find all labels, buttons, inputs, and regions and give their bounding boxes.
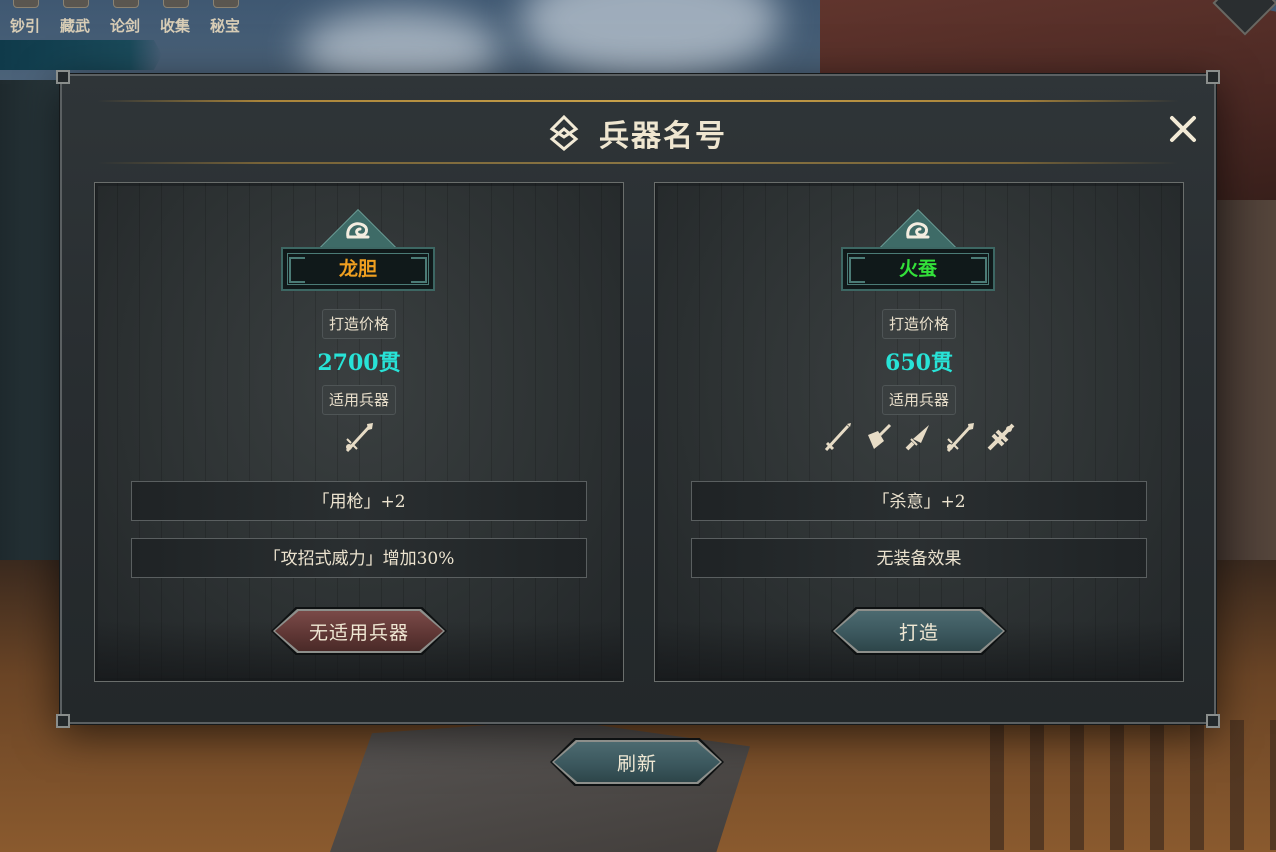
nav-icon <box>113 0 139 8</box>
weapons-label: 适用兵器 <box>881 385 957 415</box>
nav-label: 钞引 <box>9 17 40 35</box>
button-label: 打造 <box>898 621 939 644</box>
effect-row: 「攻招式威力」增加30% <box>131 538 587 578</box>
weapon-icon-row <box>95 421 623 457</box>
blade-icon <box>868 423 892 449</box>
weapons-label: 适用兵器 <box>321 385 397 415</box>
price-value: 2700贯 <box>317 350 401 376</box>
weapon-name: 火蚕 <box>898 258 937 280</box>
nav-label: 秘宝 <box>209 17 240 35</box>
frame-corner <box>56 714 70 728</box>
sword-icon <box>824 423 851 452</box>
weapon-card-huocan: 火蚕 打造价格 650贯 适用兵器 「杀意」+2 无装备效果 打造 <box>654 182 1184 682</box>
nav-icon <box>13 0 39 8</box>
nav-label: 论剑 <box>109 17 140 35</box>
top-nav: 钞引 藏武 论剑 收集 秘宝 <box>0 0 250 40</box>
price-label: 打造价格 <box>321 309 397 339</box>
refresh-button[interactable]: 刷新 <box>550 738 724 786</box>
weapon-name: 龙胆 <box>338 258 377 280</box>
dagger-icon <box>905 425 929 451</box>
button-label: 刷新 <box>616 752 657 775</box>
no-weapon-button[interactable]: 无适用兵器 <box>271 607 447 655</box>
close-button[interactable] <box>1166 112 1200 146</box>
nav-icon <box>213 0 239 8</box>
nav-item-mibao[interactable]: 秘宝 <box>200 0 250 40</box>
nav-item-chaoyin[interactable]: 钞引 <box>0 0 50 40</box>
price-value: 650贯 <box>885 350 953 376</box>
dialog-title: 兵器名号 <box>599 119 727 154</box>
title-divider <box>98 162 1178 164</box>
price-label: 打造价格 <box>881 309 957 339</box>
button-label: 无适用兵器 <box>308 621 409 644</box>
cloud-swirl-icon <box>906 222 930 239</box>
nav-item-lunjian[interactable]: 论剑 <box>100 0 150 40</box>
fence <box>990 720 1276 850</box>
diamond-emblem-icon <box>549 114 579 151</box>
nav-label: 藏武 <box>59 17 90 35</box>
effect-row: 「用枪」+2 <box>131 481 587 521</box>
weapon-icon-row <box>655 421 1183 457</box>
nav-icon <box>63 0 89 8</box>
spear-icon <box>345 423 373 453</box>
nav-label: 收集 <box>159 17 190 35</box>
name-plate: 火蚕 <box>841 208 997 297</box>
staff-icon <box>987 423 1015 451</box>
cloud-swirl-icon <box>346 222 370 239</box>
title-divider <box>98 100 1178 102</box>
nav-item-shouji[interactable]: 收集 <box>150 0 200 40</box>
effect-row: 无装备效果 <box>691 538 1147 578</box>
frame-corner <box>1206 70 1220 84</box>
nav-highlight-bar <box>0 40 162 70</box>
weapon-title-dialog: 兵器名号 龙胆 打造价格 2700贯 适用兵器 「用枪」+2 「攻招式威力」增加… <box>56 70 1220 728</box>
forge-button[interactable]: 打造 <box>831 607 1007 655</box>
weapon-card-longdan: 龙胆 打造价格 2700贯 适用兵器 「用枪」+2 「攻招式威力」增加30% 无… <box>94 182 624 682</box>
frame-corner <box>1206 714 1220 728</box>
close-x-icon <box>1170 116 1196 142</box>
frame-corner <box>56 70 70 84</box>
nav-icon <box>163 0 189 8</box>
nav-item-cangwu[interactable]: 藏武 <box>50 0 100 40</box>
spear-icon <box>946 423 974 453</box>
dialog-header: 兵器名号 <box>62 108 1214 158</box>
effect-row: 「杀意」+2 <box>691 481 1147 521</box>
name-plate: 龙胆 <box>281 208 437 297</box>
